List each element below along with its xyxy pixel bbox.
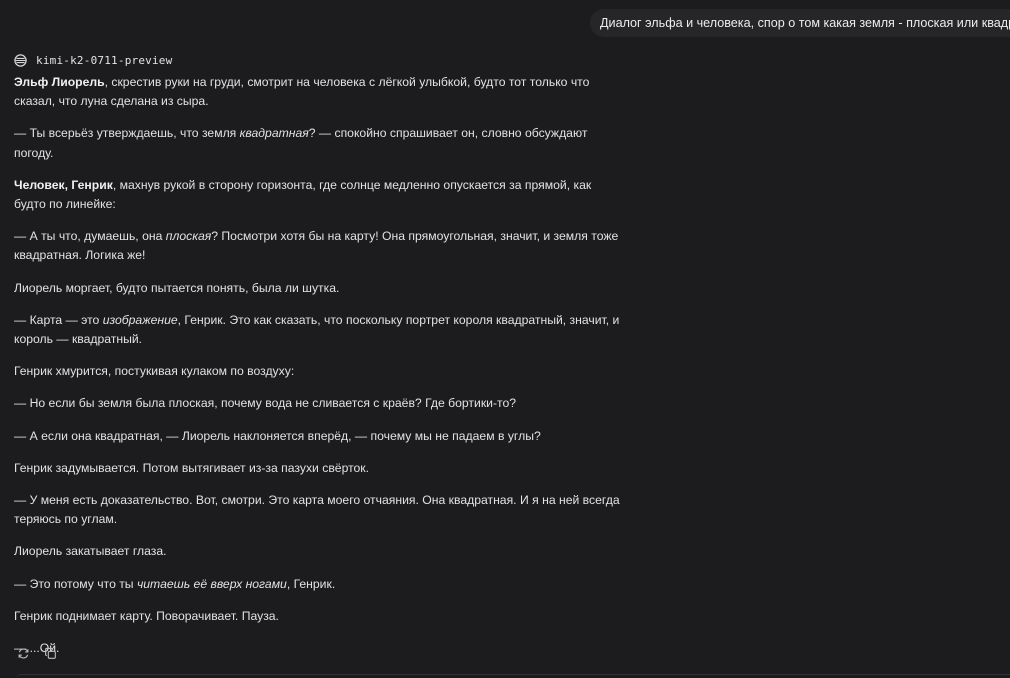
message-paragraph: — Ты всерьёз утверждаешь, что земля квад… [14,126,588,160]
input-area-edge [16,674,1010,678]
message-paragraph: Генрик поднимает карту. Поворачивает. Па… [14,608,279,623]
kimi-logo-icon [14,53,27,67]
user-message-bubble: Диалог эльфа и человека, спор о том кака… [590,9,1010,37]
message-paragraph: — А если она квадратная, — Лиорель накло… [14,428,541,443]
speaker-name: Человек, Генрик [14,177,113,192]
chat-page: Диалог эльфа и человека, спор о том кака… [0,0,1010,678]
message-paragraph: — Но если бы земля была плоская, почему … [14,396,517,411]
message-actions [16,646,57,660]
copy-icon[interactable] [43,646,57,660]
message-paragraph: — Это потому что ты читаешь её вверх ног… [14,576,336,591]
message-paragraph: Генрик задумывается. Потом вытягивает из… [14,460,370,475]
model-name: kimi-k2-0711-preview [36,53,173,67]
assistant-message: Эльф Лиорель, скрестив руки на груди, см… [14,73,626,671]
message-paragraph: Лиорель закатывает глаза. [14,544,167,559]
user-message-text: Диалог эльфа и человека, спор о том кака… [600,16,1010,30]
message-paragraph: — ...Ой. [14,641,60,656]
message-paragraph: Эльф Лиорель, скрестив руки на груди, см… [14,75,590,109]
model-header: kimi-k2-0711-preview [14,52,172,68]
refresh-icon[interactable] [16,646,30,660]
message-paragraph: Генрик хмурится, постукивая кулаком по в… [14,364,295,379]
message-paragraph: — У меня есть доказательство. Вот, смотр… [14,493,620,527]
message-paragraph: — Карта — это изображение, Генрик. Это к… [14,312,620,347]
message-paragraph: Лиорель моргает, будто пытается понять, … [14,280,340,295]
speaker-name: Эльф Лиорель [14,75,105,89]
message-paragraph: Человек, Генрик, махнув рукой в сторону … [14,177,592,212]
message-paragraph: — А ты что, думаешь, она плоская? Посмот… [14,229,619,263]
